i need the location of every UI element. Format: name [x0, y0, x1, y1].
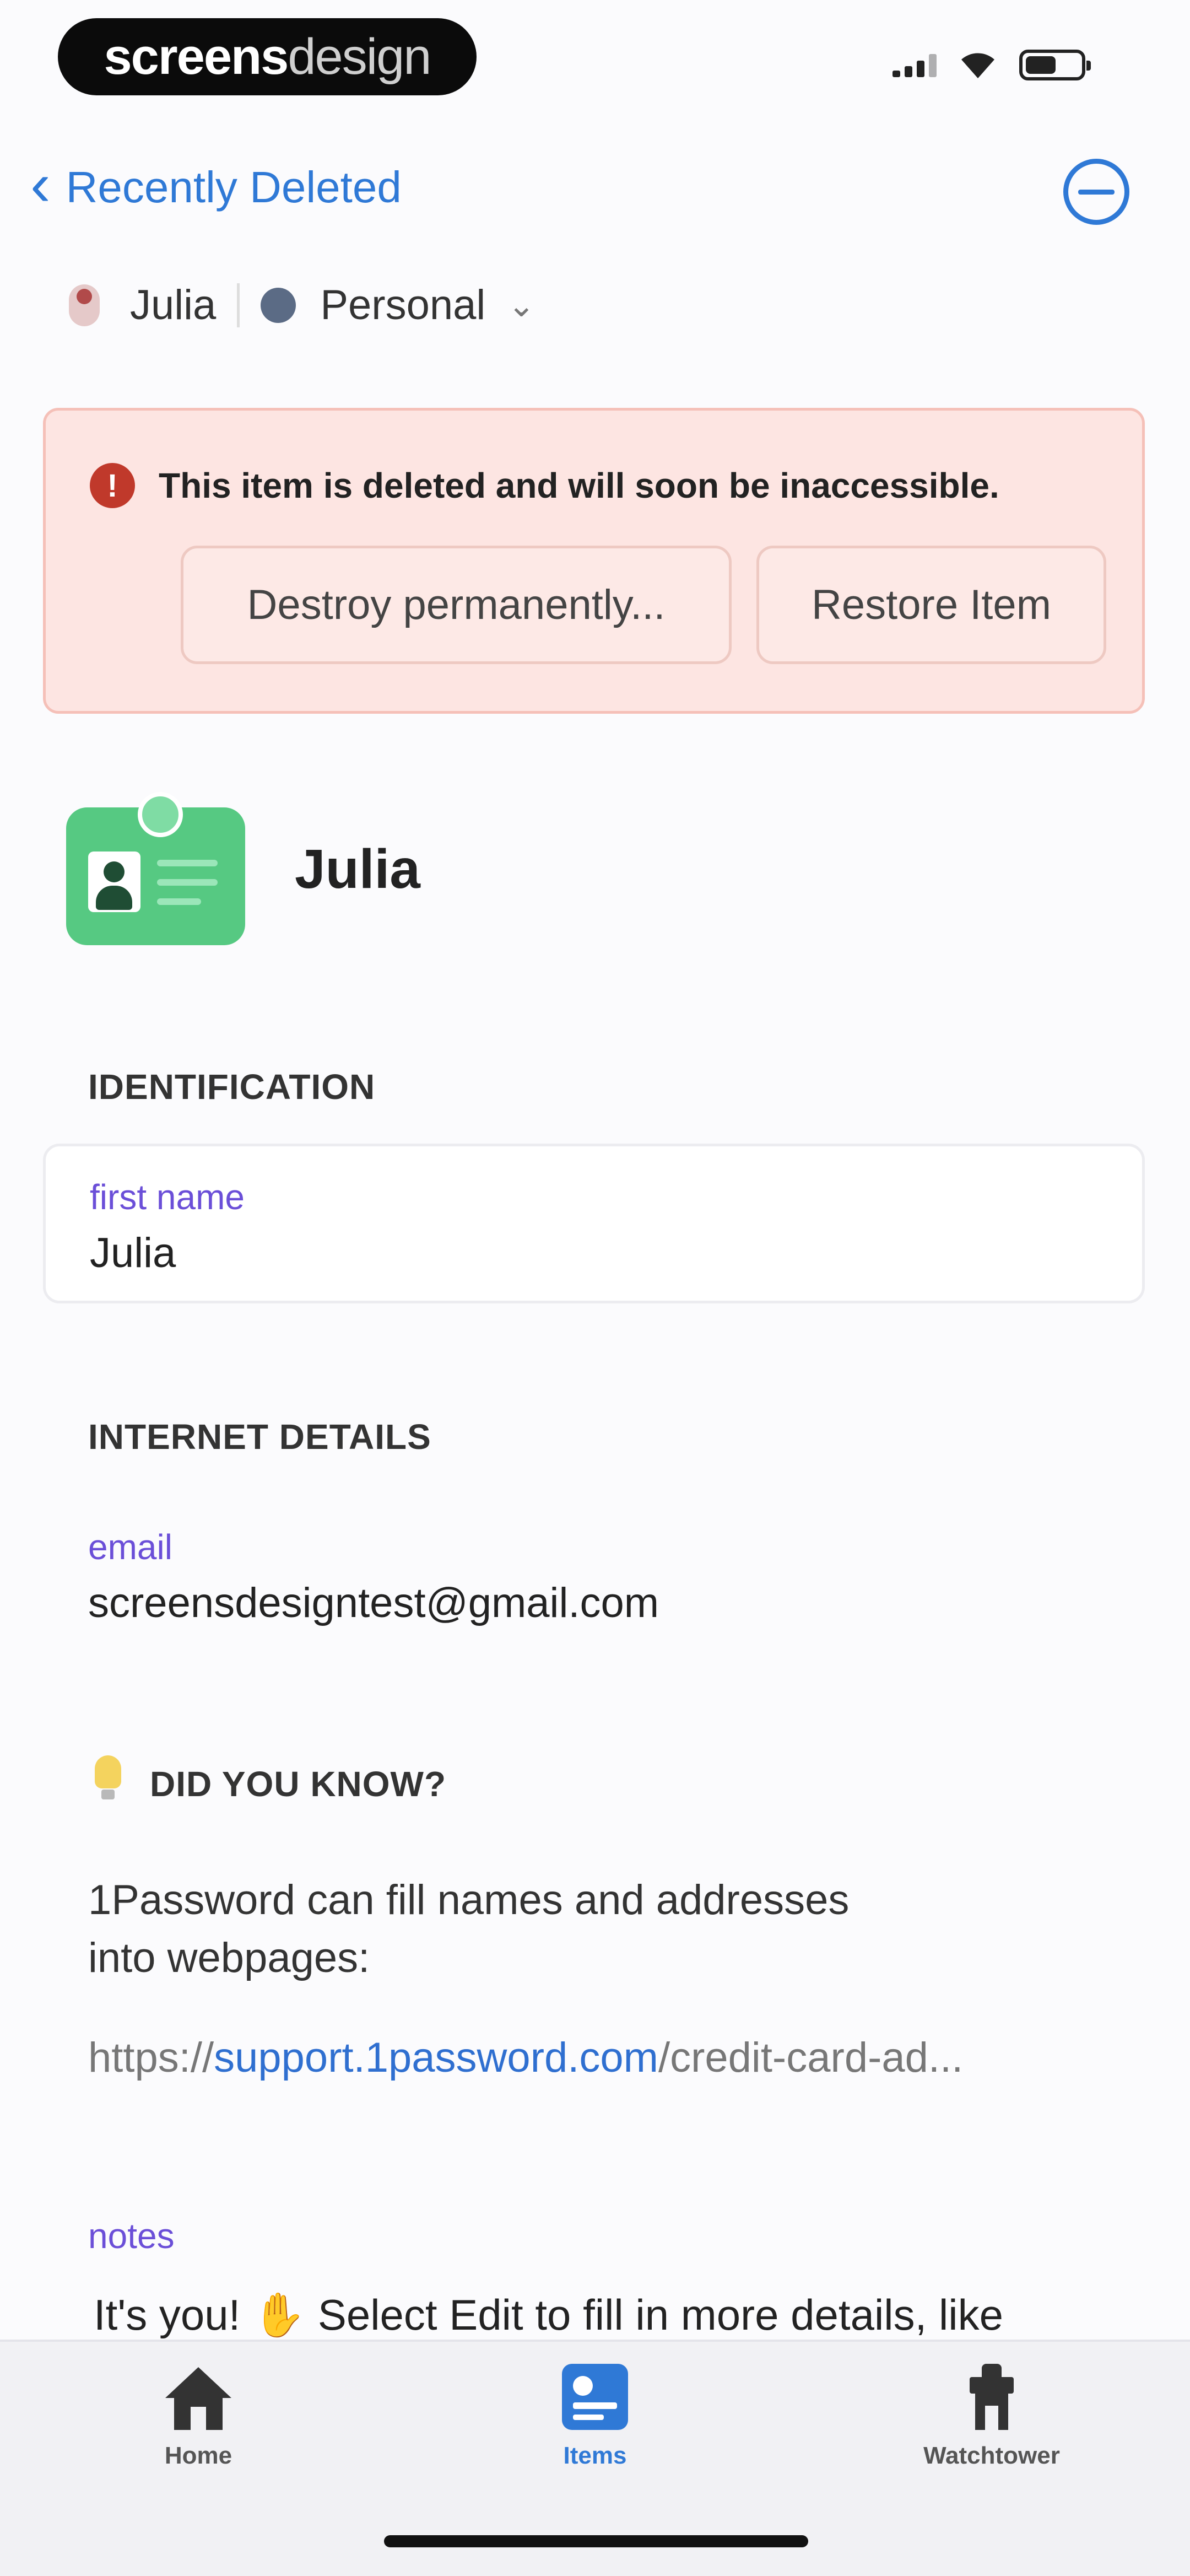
did-you-know-line-1: 1Password can fill names and addresses — [88, 1877, 850, 1923]
notes-text-end: Select Edit to fill in more details, lik… — [317, 2291, 1004, 2339]
watchtower-icon — [959, 2364, 1025, 2430]
first-name-label: first name — [90, 1177, 245, 1217]
restore-item-button[interactable]: Restore Item — [756, 546, 1106, 664]
identity-card-icon — [66, 792, 245, 945]
tab-home-label: Home — [164, 2442, 232, 2469]
vault-icon — [261, 287, 296, 323]
link-suffix: /credit-card-ad... — [658, 2034, 964, 2081]
did-you-know-line-2: into webpages: — [88, 1934, 370, 1981]
did-you-know-title: DID YOU KNOW? — [150, 1764, 447, 1804]
support-link[interactable]: https://support.1password.com/credit-car… — [88, 2034, 963, 2082]
link-prefix: https:// — [88, 2034, 214, 2081]
account-name: Julia — [130, 282, 217, 328]
wifi-icon — [961, 53, 994, 78]
back-label: Recently Deleted — [66, 163, 402, 212]
brand-bold-text: screens — [104, 28, 289, 85]
tab-watchtower[interactable]: Watchtower — [892, 2364, 1091, 2470]
more-options-button[interactable] — [1063, 159, 1129, 225]
cellular-signal-icon — [892, 53, 937, 77]
home-icon — [165, 2364, 231, 2430]
battery-icon — [1019, 50, 1091, 80]
warning-icon: ! — [90, 463, 135, 508]
vault-name: Personal — [320, 282, 486, 328]
tab-items-label: Items — [563, 2442, 627, 2469]
back-button[interactable]: ‹ Recently Deleted — [30, 154, 402, 215]
email-label: email — [88, 1527, 172, 1567]
first-name-value: Julia — [90, 1230, 176, 1276]
items-icon — [562, 2364, 628, 2430]
tab-watchtower-label: Watchtower — [923, 2442, 1060, 2469]
screensdesign-badge: screens design — [58, 18, 477, 95]
status-icons — [892, 50, 1091, 80]
deleted-message: This item is deleted and will soon be in… — [159, 466, 999, 505]
notes-value: It's you! ✋ Select Edit to fill in more … — [94, 2290, 1003, 2341]
identification-section-title: IDENTIFICATION — [88, 1067, 376, 1107]
tab-items[interactable]: Items — [496, 2364, 694, 2470]
tab-home[interactable]: Home — [99, 2364, 298, 2470]
destroy-permanently-button[interactable]: Destroy permanently... — [181, 546, 732, 664]
brand-light-text: design — [288, 28, 431, 85]
more-circle-icon — [1078, 189, 1115, 195]
notes-label: notes — [88, 2216, 175, 2256]
notes-text-start: It's you! — [94, 2291, 241, 2339]
did-you-know-text: 1Password can fill names and addresses i… — [88, 1871, 1135, 1987]
avatar — [69, 284, 100, 326]
first-name-field[interactable]: first name Julia — [43, 1144, 1145, 1303]
item-title: Julia — [295, 838, 420, 900]
home-indicator[interactable] — [384, 2535, 808, 2547]
raised-hand-emoji: ✋ — [252, 2291, 306, 2339]
lightbulb-icon — [95, 1755, 121, 1799]
chevron-left-icon: ‹ — [30, 150, 51, 218]
account-vault-selector[interactable]: Julia Personal ⌄ — [69, 281, 536, 329]
chevron-down-icon: ⌄ — [507, 286, 536, 324]
internet-details-section-title: INTERNET DETAILS — [88, 1417, 431, 1457]
email-value[interactable]: screensdesigntest@gmail.com — [88, 1579, 659, 1627]
divider — [237, 283, 240, 327]
deleted-item-banner: ! This item is deleted and will soon be … — [43, 408, 1145, 714]
link-host: support.1password.com — [214, 2034, 658, 2081]
